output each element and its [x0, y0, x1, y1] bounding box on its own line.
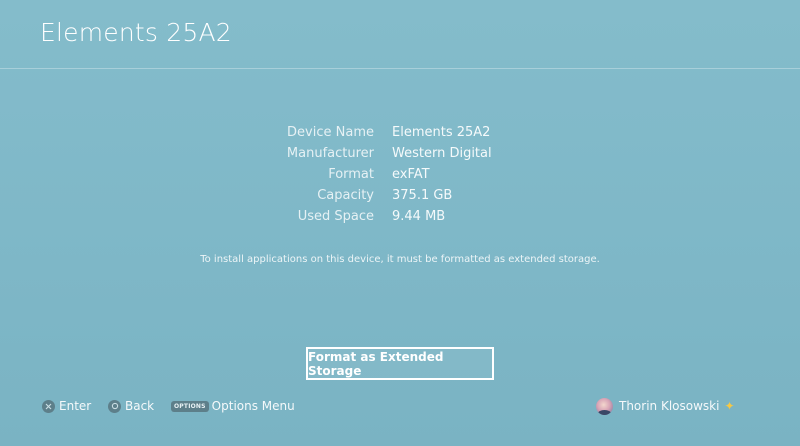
page-title: Elements 25A2	[40, 18, 232, 47]
device-info-table: Device Name Elements 25A2 Manufacturer W…	[200, 122, 600, 227]
avatar	[596, 397, 613, 415]
enter-label: Enter	[59, 399, 92, 413]
back-label: Back	[125, 399, 155, 413]
capacity-value: 375.1 GB	[392, 188, 453, 203]
manufacturer-value: Western Digital	[392, 146, 492, 161]
info-row-device-name: Device Name Elements 25A2	[200, 122, 600, 143]
options-button-icon: OPTIONS	[171, 400, 209, 412]
info-row-capacity: Capacity 375.1 GB	[200, 185, 600, 206]
circle-button-icon	[108, 399, 121, 413]
device-name-label: Device Name	[287, 125, 374, 140]
back-control[interactable]: Back	[108, 396, 154, 416]
format-value: exFAT	[392, 167, 430, 182]
used-space-value: 9.44 MB	[392, 209, 446, 224]
cross-button-icon	[42, 399, 55, 413]
user-profile[interactable]: Thorin Klosowski ✦	[596, 396, 735, 416]
format-notice: To install applications on this device, …	[200, 254, 600, 265]
capacity-label: Capacity	[317, 188, 374, 203]
user-name: Thorin Klosowski	[619, 399, 720, 413]
options-control[interactable]: OPTIONS Options Menu	[171, 396, 295, 416]
enter-control[interactable]: Enter	[42, 396, 91, 416]
format-extended-storage-button[interactable]: Format as Extended Storage	[306, 347, 494, 380]
info-row-format: Format exFAT	[200, 164, 600, 185]
format-label: Format	[328, 167, 374, 182]
options-label: Options Menu	[211, 399, 295, 413]
used-space-label: Used Space	[297, 209, 374, 224]
footer-controls: Enter Back OPTIONS Options Menu Thorin K…	[0, 396, 800, 416]
title-divider	[0, 68, 800, 69]
playstation-plus-icon: ✦	[724, 399, 735, 413]
info-row-used-space: Used Space 9.44 MB	[200, 206, 600, 227]
device-name-value: Elements 25A2	[392, 125, 491, 140]
info-row-manufacturer: Manufacturer Western Digital	[200, 143, 600, 164]
manufacturer-label: Manufacturer	[286, 146, 374, 161]
